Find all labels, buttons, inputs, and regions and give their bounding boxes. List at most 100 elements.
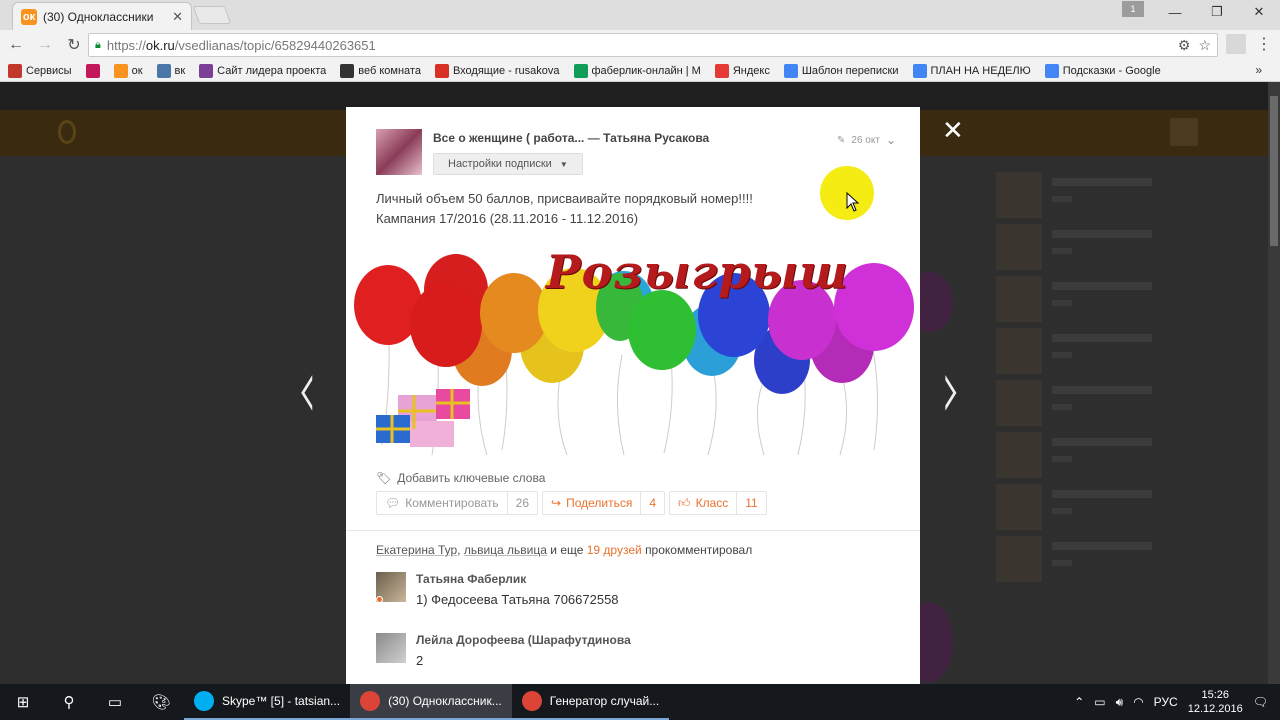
- windows-start-icon[interactable]: ⊞: [0, 684, 46, 720]
- tab-close-icon[interactable]: ✕: [172, 9, 183, 25]
- language-indicator[interactable]: РУС: [1154, 695, 1178, 709]
- bookmark-label: Сервисы: [26, 64, 72, 77]
- chrome-icon: [521, 691, 542, 711]
- post-author-line: Все о женщине ( работа... — Татьяна Руса…: [433, 131, 710, 145]
- subscription-settings-button[interactable]: Настройки подписки ▼: [433, 153, 583, 175]
- browser-toolbar: ← → ↻ 🔒︎ https://ok.ru/vsedlianas/topic/…: [0, 30, 1280, 60]
- bookmark-item[interactable]: веб комната: [340, 63, 421, 78]
- like-count: 11: [736, 492, 765, 514]
- friend-link[interactable]: львица львица: [464, 543, 547, 557]
- bookmark-item[interactable]: Сервисы: [8, 63, 72, 78]
- bookmark-label: вк: [174, 64, 186, 77]
- paint-app-icon[interactable]: 🎨︎: [138, 684, 184, 720]
- share-button[interactable]: ↪ Поделиться 4: [542, 491, 666, 515]
- bookmark-item[interactable]: ПЛАН НА НЕДЕЛЮ: [912, 63, 1031, 78]
- pencil-icon: ✎: [837, 134, 846, 146]
- search-icon[interactable]: ⚲: [46, 684, 92, 720]
- task-view-icon[interactable]: ▭: [92, 684, 138, 720]
- bookmark-item[interactable]: вк: [156, 63, 186, 78]
- address-bar[interactable]: 🔒︎ https://ok.ru/vsedlianas/topic/658294…: [88, 33, 1218, 57]
- bookmark-item[interactable]: Подсказки - Google: [1044, 63, 1161, 78]
- prev-post-arrow-icon[interactable]: ‹: [298, 346, 317, 432]
- bookmark-item[interactable]: ок: [113, 63, 143, 78]
- bookmark-label: ПЛАН НА НЕДЕЛЮ: [930, 64, 1031, 77]
- group-avatar[interactable]: [376, 129, 422, 175]
- clock[interactable]: 15:26 12.12.2016: [1188, 688, 1243, 716]
- doc-icon: [783, 63, 798, 78]
- bookmark-label: ок: [131, 64, 143, 77]
- comment-text: 2: [416, 653, 424, 668]
- taskbar-app[interactable]: Skype™ [5] - tatsian...: [184, 684, 351, 720]
- url-text[interactable]: https://ok.ru/vsedlianas/topic/658294402…: [107, 38, 1178, 53]
- close-modal-icon[interactable]: ✕: [942, 116, 964, 146]
- extension-button-icon[interactable]: [1226, 34, 1246, 54]
- system-tray: ⌃ ▭ 🔊︎ ◠ РУС 15:26 12.12.2016 🗨︎: [1074, 684, 1280, 720]
- bookmark-item[interactable]: фаберлик-онлайн | М: [573, 63, 701, 78]
- close-window-icon[interactable]: ✕: [1238, 0, 1280, 24]
- subscription-label: Настройки подписки: [448, 158, 552, 170]
- extension-icon[interactable]: ⚙: [1178, 37, 1191, 54]
- wifi-icon[interactable]: ◠: [1133, 695, 1143, 709]
- next-post-arrow-icon[interactable]: ›: [942, 346, 961, 432]
- banner-title: Розыгрыш: [546, 245, 849, 299]
- taskbar-app[interactable]: Генератор случай...: [511, 684, 670, 720]
- post-text-line: Кампания 17/2016 (28.11.2016 - 11.12.201…: [376, 211, 639, 226]
- like-label: Класс: [695, 496, 729, 510]
- online-status-icon: [376, 596, 383, 603]
- group-link[interactable]: Все о женщине ( работа...: [433, 131, 584, 145]
- more-bookmarks-icon[interactable]: »: [1255, 63, 1262, 77]
- page-scrollbar-thumb[interactable]: [1270, 96, 1278, 246]
- apps-icon: [8, 63, 22, 78]
- friend-link[interactable]: Екатерина Тур: [376, 543, 457, 557]
- back-icon[interactable]: ←: [3, 32, 29, 58]
- friend-row: [996, 172, 1176, 218]
- volume-icon[interactable]: 🔊︎: [1116, 695, 1124, 710]
- reload-icon[interactable]: ↻: [61, 32, 87, 58]
- maximize-icon[interactable]: ❐: [1196, 0, 1238, 24]
- site-icon: [199, 63, 214, 78]
- browser-tab[interactable]: ок (30) Одноклассники ✕: [12, 2, 192, 30]
- minimize-icon[interactable]: —: [1154, 0, 1196, 24]
- forward-icon[interactable]: →: [32, 32, 58, 58]
- comment-button[interactable]: 💬︎ Комментировать 26: [376, 491, 539, 515]
- post-header: Все о женщине ( работа... — Татьяна Руса…: [376, 129, 896, 179]
- dropdown-triangle-icon: ▼: [559, 159, 568, 169]
- new-tab-button[interactable]: [192, 6, 232, 24]
- bookmark-star-icon[interactable]: ☆: [1198, 37, 1211, 54]
- bookmark-item[interactable]: Яндекс: [714, 63, 770, 78]
- like-button[interactable]: 👍︎ Класс 11: [669, 491, 767, 515]
- clock-date: 12.12.2016: [1187, 703, 1243, 715]
- divider: [346, 530, 920, 531]
- chevron-down-icon[interactable]: ⌄: [886, 133, 896, 147]
- post-text: Личный объем 50 баллов, присваивайте пор…: [376, 189, 753, 229]
- taskbar-app-label: Генератор случай...: [549, 694, 660, 708]
- browser-menu-icon[interactable]: ⋮: [1256, 34, 1272, 56]
- tab-title: (30) Одноклассники: [43, 9, 154, 24]
- post-date: ✎ 26 окт ⌄: [837, 133, 896, 147]
- bookmark-label: веб комната: [358, 64, 421, 77]
- tray-chevron-icon[interactable]: ⌃: [1074, 695, 1084, 709]
- taskbar-app[interactable]: (30) Одноклассник...: [350, 684, 512, 720]
- commenter-name[interactable]: Татьяна Фаберлик: [416, 572, 526, 586]
- add-keywords-link[interactable]: 🏷︎ Добавить ключевые слова: [376, 471, 545, 485]
- battery-icon[interactable]: ▭: [1094, 695, 1105, 709]
- windows-taskbar: ⊞ ⚲ ▭ 🎨︎ Skype™ [5] - tatsian... (30) Одн…: [0, 684, 1280, 720]
- notifications-icon[interactable]: 🗨︎: [1253, 695, 1268, 709]
- bookmark-item[interactable]: [85, 63, 100, 78]
- clock-time: 15:26: [1201, 689, 1229, 701]
- comment-text: 1) Федосеева Татьяна 706672558: [416, 592, 619, 607]
- profile-badge[interactable]: 1: [1122, 1, 1144, 17]
- author-link[interactable]: Татьяна Русакова: [603, 131, 709, 145]
- bookmark-item[interactable]: Сайт лидера проекта: [199, 63, 326, 78]
- share-label: Поделиться: [566, 496, 633, 510]
- add-keywords-label: Добавить ключевые слова: [397, 471, 546, 485]
- commenter-name[interactable]: Лейла Дорофеева (Шарафутдинова: [416, 633, 631, 647]
- commenter-avatar[interactable]: [376, 633, 406, 663]
- more-friends-link[interactable]: 19 друзей: [587, 543, 642, 557]
- bookmark-item[interactable]: Входящие - rusakova: [434, 63, 560, 78]
- friend-row: [996, 276, 1176, 322]
- gift-boxes-icon: [376, 389, 470, 447]
- friend-row: [996, 484, 1176, 530]
- friend-row: [996, 536, 1176, 582]
- bookmark-item[interactable]: Шаблон переписки: [783, 63, 899, 78]
